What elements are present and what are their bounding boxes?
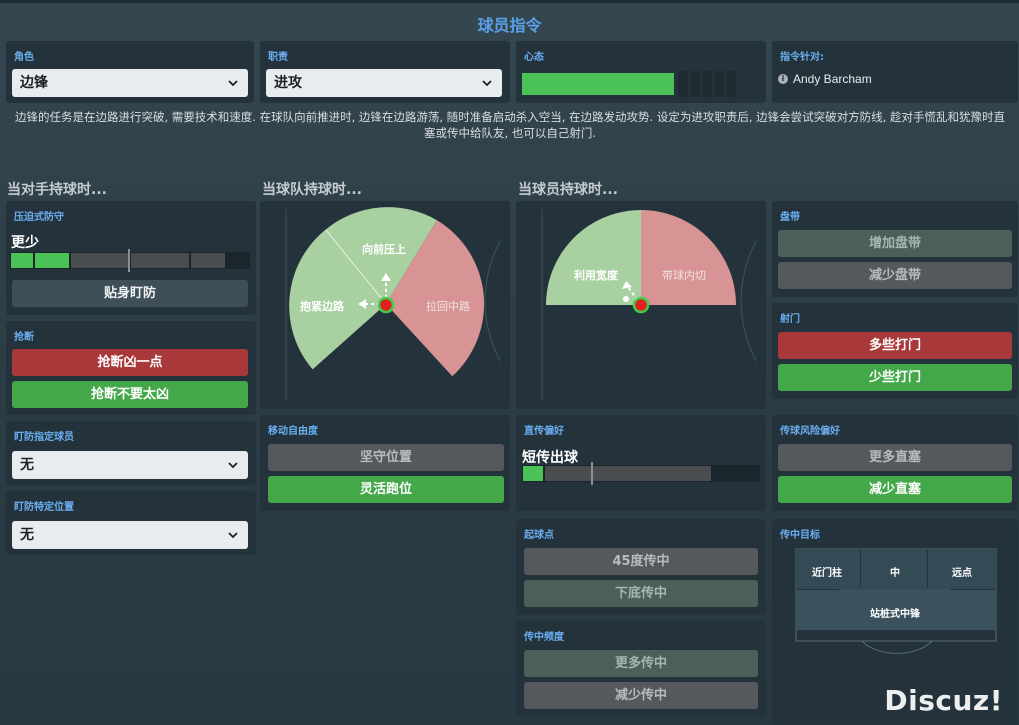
page-title: 球员指令: [477, 16, 542, 35]
watermark-logo: Discuz!: [884, 684, 1003, 717]
section-opp-ball: 当对手持球时...: [7, 182, 107, 198]
mark-player-label: 盯防指定球员: [14, 432, 74, 443]
roam-from-position-button[interactable]: 灵活跑位: [268, 476, 504, 503]
player-movement-pitch: 利用宽度 带球内切: [516, 201, 766, 409]
ease-off-tackles-button[interactable]: 抢断不要太凶: [12, 381, 248, 408]
pressing-panel: 压迫式防守 更少 贴身盯防: [6, 201, 256, 315]
dribble-less-button[interactable]: 减少盘带: [778, 262, 1012, 289]
target-man-label: 站桩式中锋: [870, 609, 920, 620]
mentality-label: 心态: [524, 52, 544, 63]
role-panel: 角色 边锋: [6, 41, 254, 103]
info-icon: i: [778, 74, 788, 84]
mark-position-value: 无: [20, 527, 34, 543]
shooting-label: 射门: [780, 314, 800, 325]
cross-less-button[interactable]: 减少传中: [524, 682, 758, 709]
player-position-marker: [377, 296, 395, 314]
passing-label: 直传偏好: [524, 426, 564, 437]
cross-freq-label: 传中频度: [524, 632, 564, 643]
mentality-bar: [522, 73, 674, 95]
mark-position-dropdown[interactable]: 无: [12, 521, 248, 549]
pressing-value: 更少: [11, 235, 39, 251]
role-value: 边锋: [20, 75, 48, 91]
role-label: 角色: [14, 52, 34, 63]
risky-passes-label: 传球风险偏好: [780, 426, 840, 437]
role-dropdown[interactable]: 边锋: [12, 69, 248, 97]
mark-position-label: 盯防特定位置: [14, 502, 74, 513]
section-player-ball: 当球员持球时...: [518, 182, 618, 198]
far-post-label: 远点: [952, 568, 972, 579]
fewer-risky-passes-button[interactable]: 减少直塞: [778, 476, 1012, 503]
more-risky-passes-button[interactable]: 更多直塞: [778, 444, 1012, 471]
risky-passes-panel: 传球风险偏好 更多直塞 减少直塞: [772, 415, 1018, 511]
cut-inside-label: 拉回中路: [426, 300, 470, 313]
hug-line-label: 抱紧边路: [300, 300, 344, 313]
player-position-marker: [632, 296, 650, 314]
slider-default-marker: [591, 462, 593, 485]
player-instructions-screen: 球员指令 角色 边锋 职责 进攻 心态 指令针对: i Andy Barcham…: [0, 0, 1019, 725]
section-team-ball: 当球队持球时...: [262, 182, 362, 198]
team-pitch-diagram: [285, 207, 501, 401]
cross-from-label: 起球点: [524, 530, 554, 541]
dribbling-label: 盘带: [780, 212, 800, 223]
run-wide-label: 利用宽度: [574, 269, 618, 282]
cross-from-deep-button[interactable]: 45度传中: [524, 548, 758, 575]
ball-icon: [623, 296, 629, 302]
duty-value: 进攻: [274, 75, 302, 91]
player-pitch-diagram: [541, 209, 757, 401]
passing-value: 短传出球: [522, 450, 578, 466]
near-post-label: 近门柱: [812, 568, 842, 579]
dribble-inside-zone[interactable]: [641, 210, 736, 305]
role-description: 边锋的任务是在边路进行突破, 需要技术和速度. 在球队向前推进时, 边锋在边路游…: [15, 110, 1005, 140]
mark-player-panel: 盯防指定球员 无: [6, 421, 256, 485]
freedom-panel: 移动自由度 坚守位置 灵活跑位: [260, 415, 510, 511]
run-wide-zone[interactable]: [546, 210, 641, 305]
tackling-label: 抢断: [14, 332, 34, 343]
cross-from-byline-button[interactable]: 下底传中: [524, 580, 758, 607]
cross-frequency-panel: 传中频度 更多传中 减少传中: [516, 621, 766, 717]
slider-default-marker: [128, 249, 130, 272]
tackling-panel: 抢断 抢断凶一点 抢断不要太凶: [6, 321, 256, 415]
tackle-harder-button[interactable]: 抢断凶一点: [12, 349, 248, 376]
passing-directness-panel: 直传偏好 短传出球: [516, 415, 766, 511]
pressing-slider[interactable]: [10, 249, 250, 272]
duty-panel: 职责 进攻: [260, 41, 510, 103]
shoot-less-button[interactable]: 少些打门: [778, 364, 1012, 391]
cross-from-panel: 起球点 45度传中 下底传中: [516, 519, 766, 615]
freedom-label: 移动自由度: [268, 426, 318, 437]
cross-more-button[interactable]: 更多传中: [524, 650, 758, 677]
mark-position-panel: 盯防特定位置 无: [6, 491, 256, 555]
mark-player-dropdown[interactable]: 无: [12, 451, 248, 479]
get-further-forward-label: 向前压上: [362, 243, 406, 256]
chevron-down-icon: [228, 80, 238, 87]
hold-position-button[interactable]: 坚守位置: [268, 444, 504, 471]
shoot-more-button[interactable]: 多些打门: [778, 332, 1012, 359]
selected-player-name[interactable]: Andy Barcham: [793, 72, 872, 86]
dribble-more-button[interactable]: 增加盘带: [778, 230, 1012, 257]
chevron-down-icon: [482, 80, 492, 87]
passing-slider[interactable]: [522, 462, 760, 485]
duty-dropdown[interactable]: 进攻: [266, 69, 502, 97]
chevron-down-icon: [228, 462, 238, 469]
pressing-label: 压迫式防守: [14, 212, 64, 223]
instructions-for-label: 指令针对:: [780, 52, 824, 63]
chevron-down-icon: [228, 532, 238, 539]
close-down-button[interactable]: 贴身盯防: [12, 280, 248, 307]
mark-player-value: 无: [20, 457, 34, 473]
team-movement-pitch: 向前压上 抱紧边路 拉回中路: [260, 201, 510, 409]
duty-label: 职责: [268, 52, 288, 63]
centre-label: 中: [890, 568, 900, 579]
shooting-panel: 射门 多些打门 少些打门: [772, 303, 1018, 399]
dribbling-panel: 盘带 增加盘带 减少盘带: [772, 201, 1018, 297]
dribble-inside-label: 带球内切: [662, 269, 706, 282]
